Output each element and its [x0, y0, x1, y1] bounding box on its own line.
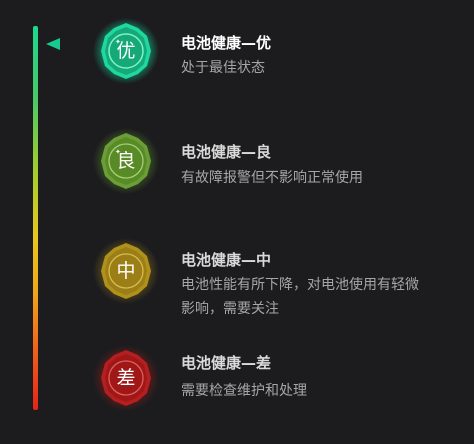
- level-title: 电池健康—优: [181, 34, 272, 52]
- medium-badge-icon: 中: [93, 238, 159, 304]
- level-title: 电池健康—良: [181, 143, 272, 161]
- level-description: 有故障报警但不影响正常使用: [181, 170, 363, 186]
- badge-character: 差: [116, 367, 136, 389]
- health-level-good: 良 ✦ 电池健康—良 有故障报警但不影响正常使用: [93, 128, 453, 198]
- health-scale-bar: [33, 26, 38, 410]
- good-badge-icon: 良 ✦: [93, 128, 159, 194]
- badge-character: 中: [116, 260, 136, 282]
- level-description: 处于最佳状态: [181, 60, 265, 76]
- current-level-pointer-icon: [46, 38, 60, 50]
- health-level-poor: 差 电池健康—差 需要检查维护和处理: [93, 345, 453, 415]
- sparkle-icon: ✦: [115, 38, 121, 46]
- level-title: 电池健康—中: [181, 251, 272, 269]
- poor-badge-icon: 差: [93, 345, 159, 411]
- badge-character: 良: [116, 150, 136, 172]
- health-level-excellent: 优 ✦ 电池健康—优 处于最佳状态: [93, 18, 453, 88]
- excellent-badge-icon: 优 ✦: [93, 18, 159, 84]
- sparkle-icon: ✦: [115, 148, 121, 156]
- level-title: 电池健康—差: [181, 354, 272, 372]
- level-description: 电池性能有所下降，对电池使用有轻微影响，需要关注: [181, 277, 419, 317]
- level-description: 需要检查维护和处理: [181, 383, 307, 399]
- badge-character: 优: [116, 40, 136, 62]
- health-level-medium: 中 电池健康—中 电池性能有所下降，对电池使用有轻微影响，需要关注: [93, 238, 453, 328]
